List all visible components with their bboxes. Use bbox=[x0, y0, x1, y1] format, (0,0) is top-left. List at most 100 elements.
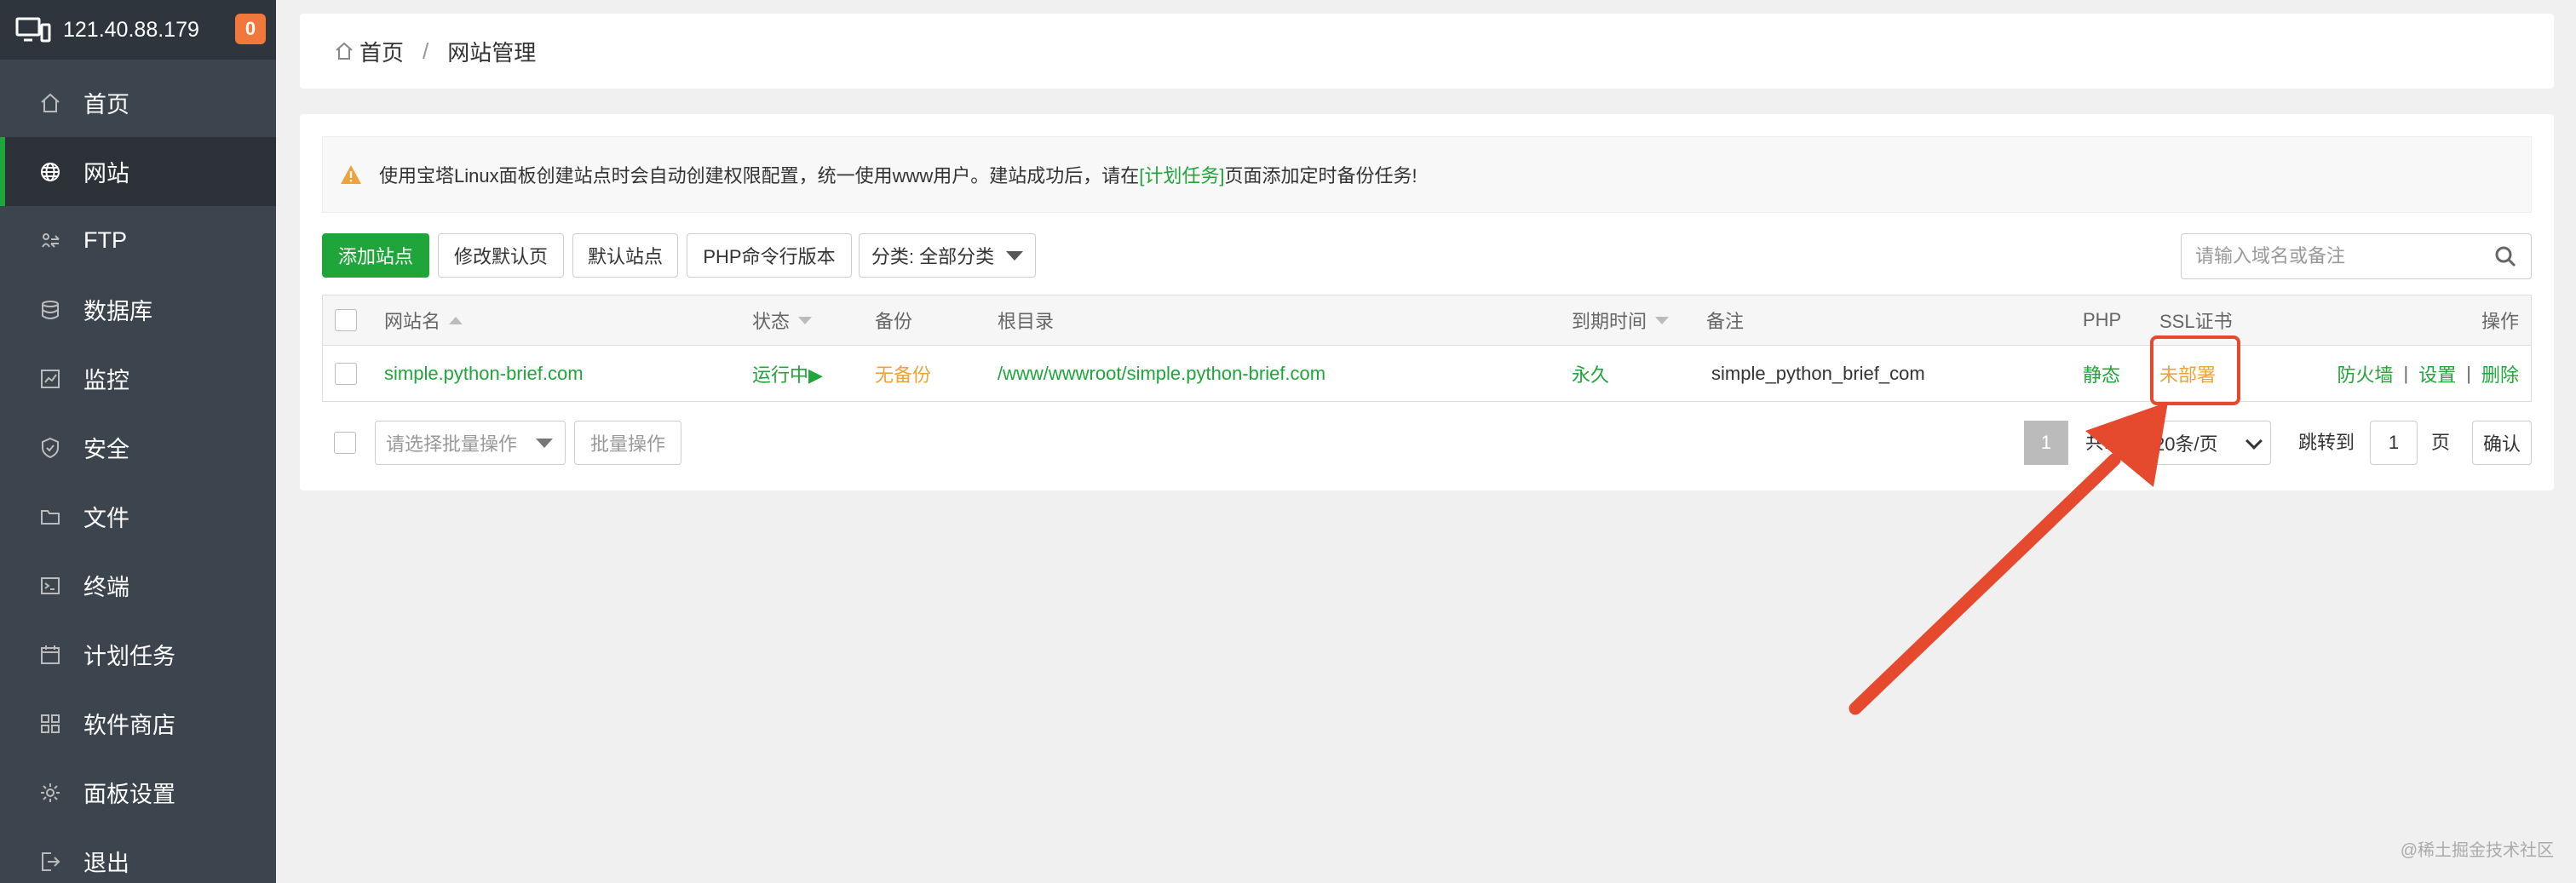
ftp-icon bbox=[42, 232, 60, 248]
sidebar-item-label: 安全 bbox=[83, 437, 129, 462]
backup-status[interactable]: 无备份 bbox=[875, 346, 931, 401]
sidebar-item-website[interactable]: 网站 bbox=[0, 137, 276, 206]
col-root-dir: 根目录 bbox=[998, 311, 1055, 332]
sidebar-item-ftp[interactable]: FTP bbox=[0, 206, 276, 275]
confirm-jump-button[interactable]: 确认 bbox=[2472, 421, 2532, 465]
breadcrumb-separator: / bbox=[423, 37, 429, 64]
sidebar-item-cron[interactable]: 计划任务 bbox=[0, 620, 276, 689]
status-running[interactable]: 运行中▶ bbox=[752, 346, 823, 401]
sort-up-icon bbox=[449, 316, 463, 324]
home-icon bbox=[336, 42, 353, 60]
php-cli-version-button[interactable]: PHP命令行版本 bbox=[687, 233, 852, 278]
delete-link[interactable]: 删除 bbox=[2481, 360, 2519, 387]
sidebar-item-files[interactable]: 文件 bbox=[0, 482, 276, 551]
website-management-panel: 使用宝塔Linux面板创建站点时会自动创建权限配置，统一使用www用户。建站成功… bbox=[300, 114, 2554, 490]
remark-value[interactable]: simple_python_brief_com bbox=[1711, 346, 1925, 401]
php-version[interactable]: 静态 bbox=[2083, 346, 2120, 401]
terminal-icon bbox=[41, 576, 60, 594]
sidebar-item-app-store[interactable]: 软件商店 bbox=[0, 689, 276, 758]
bulk-action-placeholder: 请选择批量操作 bbox=[386, 433, 518, 455]
search-icon[interactable] bbox=[2493, 244, 2517, 268]
sidebar-item-security[interactable]: 安全 bbox=[0, 413, 276, 482]
globe-icon bbox=[41, 162, 60, 181]
default-site-button[interactable]: 默认站点 bbox=[572, 233, 678, 278]
sidebar-item-database[interactable]: 数据库 bbox=[0, 275, 276, 344]
per-page-select[interactable]: 20条/页 bbox=[2145, 421, 2271, 465]
calendar-icon bbox=[41, 645, 60, 664]
edit-default-page-button[interactable]: 修改默认页 bbox=[438, 233, 564, 278]
gear-icon bbox=[41, 783, 60, 802]
arrow-shaft bbox=[1849, 453, 2121, 715]
sidebar-item-terminal[interactable]: 终端 bbox=[0, 551, 276, 620]
chevron-down-icon bbox=[2245, 433, 2263, 450]
col-status-label: 状态 bbox=[752, 311, 791, 332]
col-backup: 备份 bbox=[875, 311, 913, 332]
select-all-checkbox[interactable] bbox=[335, 309, 357, 331]
search-box bbox=[2181, 233, 2532, 279]
sidebar-item-home[interactable]: 首页 bbox=[0, 68, 276, 137]
caret-down-icon bbox=[1006, 250, 1024, 261]
breadcrumb: 首页 / 网站管理 bbox=[300, 14, 2554, 89]
bulk-action-select[interactable]: 请选择批量操作 bbox=[375, 421, 566, 465]
shield-icon bbox=[42, 437, 59, 458]
sidebar-item-label: 数据库 bbox=[83, 299, 152, 324]
sidebar-item-label: 软件商店 bbox=[83, 713, 175, 738]
caret-down-icon bbox=[536, 439, 553, 448]
col-remark: 备注 bbox=[1706, 311, 1745, 332]
table-header: 网站名 状态 备份 根目录 到期时间 备注 PHP SSL证书 操作 bbox=[322, 295, 2532, 346]
per-page-value: 20条/页 bbox=[2154, 433, 2218, 455]
add-site-button[interactable]: 添加站点 bbox=[322, 233, 429, 278]
col-expire[interactable]: 到期时间 bbox=[1572, 295, 1670, 345]
sidebar-item-label: 面板设置 bbox=[83, 782, 175, 807]
sidebar-item-label: 首页 bbox=[83, 92, 129, 118]
sidebar-item-panel-settings[interactable]: 面板设置 bbox=[0, 758, 276, 827]
expire-value[interactable]: 永久 bbox=[1572, 346, 1609, 401]
sidebar-item-label: 网站 bbox=[83, 161, 129, 186]
jump-page-input[interactable]: 1 bbox=[2370, 421, 2418, 465]
sidebar-item-label: 退出 bbox=[83, 851, 129, 876]
alert-text: 使用宝塔Linux面板创建站点时会自动创建权限配置，统一使用www用户。建站成功… bbox=[379, 165, 1140, 186]
firewall-link[interactable]: 防火墙 bbox=[2337, 360, 2394, 387]
breadcrumb-current: 网站管理 bbox=[447, 39, 537, 66]
home-icon bbox=[41, 93, 60, 112]
sidebar-item-label: 计划任务 bbox=[83, 644, 175, 669]
search-input[interactable] bbox=[2182, 234, 2493, 278]
current-page[interactable]: 1 bbox=[2024, 421, 2068, 465]
breadcrumb-home[interactable]: 首页 bbox=[359, 36, 404, 67]
action-separator: | bbox=[2466, 362, 2471, 384]
apps-grid-icon bbox=[41, 714, 60, 733]
settings-link[interactable]: 设置 bbox=[2418, 360, 2456, 387]
col-expire-label: 到期时间 bbox=[1572, 311, 1647, 332]
row-actions: 防火墙 | 设置 | 删除 bbox=[2337, 346, 2519, 401]
sidebar-item-monitor[interactable]: 监控 bbox=[0, 344, 276, 413]
notification-badge[interactable]: 0 bbox=[235, 14, 266, 44]
table-row: simple.python-brief.com 运行中▶ 无备份 /www/ww… bbox=[322, 346, 2532, 402]
col-ssl: SSL证书 bbox=[2159, 311, 2233, 332]
col-site-name[interactable]: 网站名 bbox=[384, 295, 463, 345]
col-status[interactable]: 状态 bbox=[752, 295, 813, 345]
root-dir-link[interactable]: /www/wwwroot/simple.python-brief.com bbox=[998, 346, 1325, 401]
info-alert: 使用宝塔Linux面板创建站点时会自动创建权限配置，统一使用www用户。建站成功… bbox=[322, 136, 2532, 213]
category-select-value: 分类: 全部分类 bbox=[871, 246, 995, 267]
row-checkbox[interactable] bbox=[335, 362, 357, 385]
category-select[interactable]: 分类: 全部分类 bbox=[859, 233, 1036, 278]
sidebar-nav: 首页 网站 FTP 数据库 监控 安全 文件 终端 计划任务 软件商店 面板设置… bbox=[0, 68, 276, 883]
site-table: 网站名 状态 备份 根目录 到期时间 备注 PHP SSL证书 操作 simpl… bbox=[322, 295, 2532, 402]
sidebar-item-label: 终端 bbox=[83, 575, 129, 600]
sidebar-item-label: FTP bbox=[83, 227, 127, 253]
cron-task-link[interactable]: [计划任务] bbox=[1139, 161, 1224, 188]
bulk-action-button[interactable]: 批量操作 bbox=[574, 421, 681, 465]
ssl-status[interactable]: 未部署 bbox=[2159, 346, 2216, 401]
bulk-select-checkbox[interactable] bbox=[334, 432, 356, 454]
sidebar-item-label: 监控 bbox=[83, 368, 129, 393]
action-separator: | bbox=[2403, 362, 2409, 384]
site-name-link[interactable]: simple.python-brief.com bbox=[384, 346, 584, 401]
col-actions: 操作 bbox=[2481, 311, 2519, 332]
col-php: PHP bbox=[2083, 309, 2122, 330]
alert-text-end: 页面添加定时备份任务! bbox=[1224, 165, 1417, 186]
sidebar-item-logout[interactable]: 退出 bbox=[0, 827, 276, 883]
total-count: 共1 bbox=[2085, 432, 2115, 453]
logout-icon bbox=[42, 851, 60, 871]
server-ip: 121.40.88.179 bbox=[63, 17, 199, 42]
monitor-chart-icon bbox=[41, 369, 60, 388]
